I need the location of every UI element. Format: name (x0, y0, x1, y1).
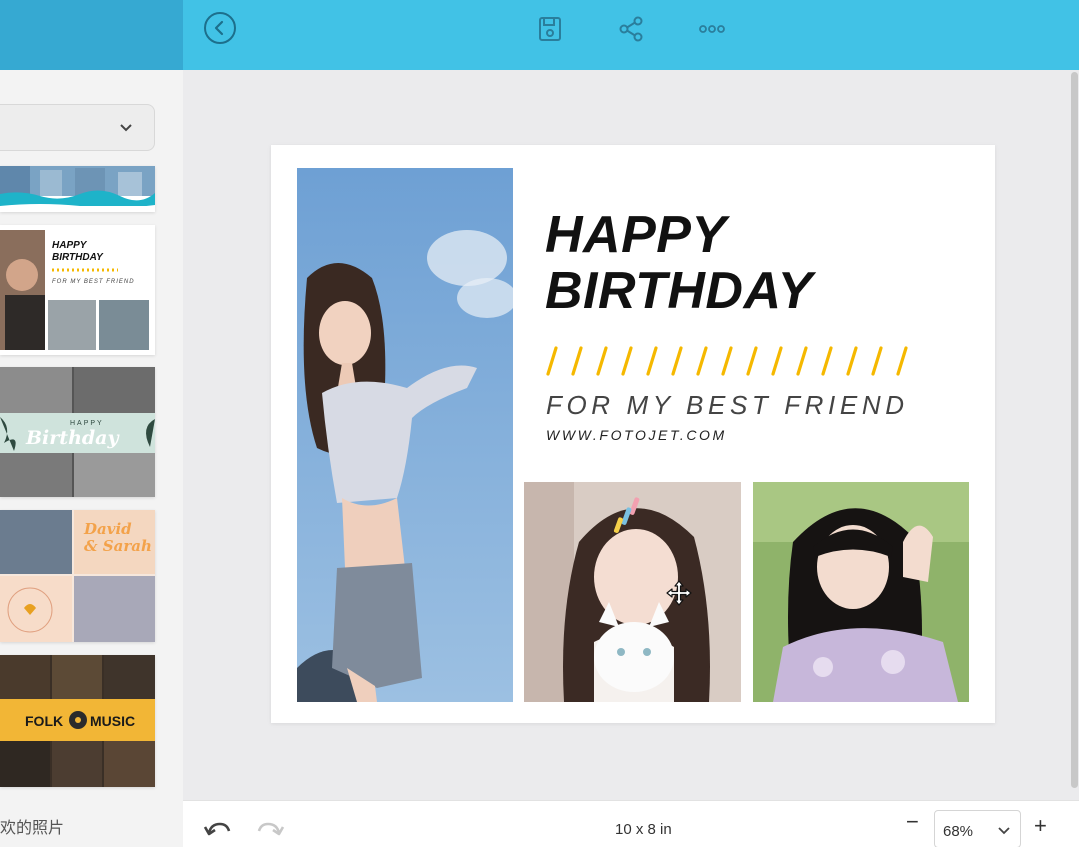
card-website[interactable]: WWW.FOTOJET.COM (546, 427, 727, 443)
share-button[interactable] (614, 12, 648, 46)
photo-girl-with-cat[interactable] (524, 482, 741, 702)
chevron-down-icon (998, 827, 1010, 835)
redo-icon[interactable] (257, 819, 285, 841)
toolbar-left-panel (0, 0, 183, 70)
zoom-out-button[interactable]: − (906, 809, 919, 835)
category-dropdown[interactable] (0, 104, 155, 151)
main-photo[interactable] (297, 168, 513, 702)
template-blue-group[interactable] (0, 166, 155, 212)
thumb-text-line1: HAPPY (52, 240, 88, 251)
thumb-david: David (83, 520, 132, 538)
thumb-text-line3: FOR MY BEST FRIEND (52, 279, 135, 285)
move-cursor-icon (666, 580, 692, 606)
thumb-music: MUSIC (90, 713, 135, 729)
sidebar-caption: 欢的照片 (0, 820, 65, 837)
save-icon (539, 17, 561, 41)
share-icon (619, 16, 643, 42)
template-sidebar: HAPPY BIRTHDAY FOR MY BEST FRIEND HAPPY … (0, 70, 183, 847)
more-icon (699, 25, 725, 33)
more-button[interactable] (695, 12, 729, 46)
card-title-line2: BIRTHDAY (545, 262, 813, 320)
top-toolbar (0, 0, 1079, 70)
thumb-sarah: & Sarah (84, 537, 152, 555)
template-birthday-floral[interactable]: HAPPY Birthday (0, 367, 155, 497)
bottom-toolbar: 10 x 8 in − 68% + (183, 800, 1079, 847)
thumb-birthday-big: Birthday (25, 427, 120, 449)
thumb-text-line2: BIRTHDAY (52, 252, 104, 263)
card-title-line1: HAPPY (545, 206, 727, 264)
back-button[interactable] (203, 11, 237, 45)
chevron-down-icon (120, 124, 132, 132)
photo-girl-waving[interactable] (753, 482, 969, 702)
yellow-stripes-decoration (546, 346, 908, 376)
card-subtitle[interactable]: FOR MY BEST FRIEND (546, 390, 909, 421)
thumb-folk: FOLK (25, 713, 63, 729)
template-folk-music[interactable]: FOLK MUSIC (0, 655, 155, 787)
zoom-level-select[interactable]: 68% (934, 810, 1021, 847)
back-arrow-icon (204, 12, 236, 44)
card-title[interactable]: HAPPY BIRTHDAY (545, 207, 813, 319)
zoom-in-button[interactable]: + (1034, 813, 1047, 839)
save-button[interactable] (533, 12, 567, 46)
workspace-scrollbar[interactable] (1071, 72, 1078, 788)
template-happy-birthday[interactable]: HAPPY BIRTHDAY FOR MY BEST FRIEND (0, 225, 155, 355)
canvas-size-label: 10 x 8 in (615, 821, 672, 838)
thumb-happy-small: HAPPY (70, 420, 104, 427)
zoom-level-value: 68% (943, 823, 974, 840)
template-david-sarah[interactable]: David & Sarah (0, 510, 155, 642)
undo-icon[interactable] (203, 819, 231, 841)
